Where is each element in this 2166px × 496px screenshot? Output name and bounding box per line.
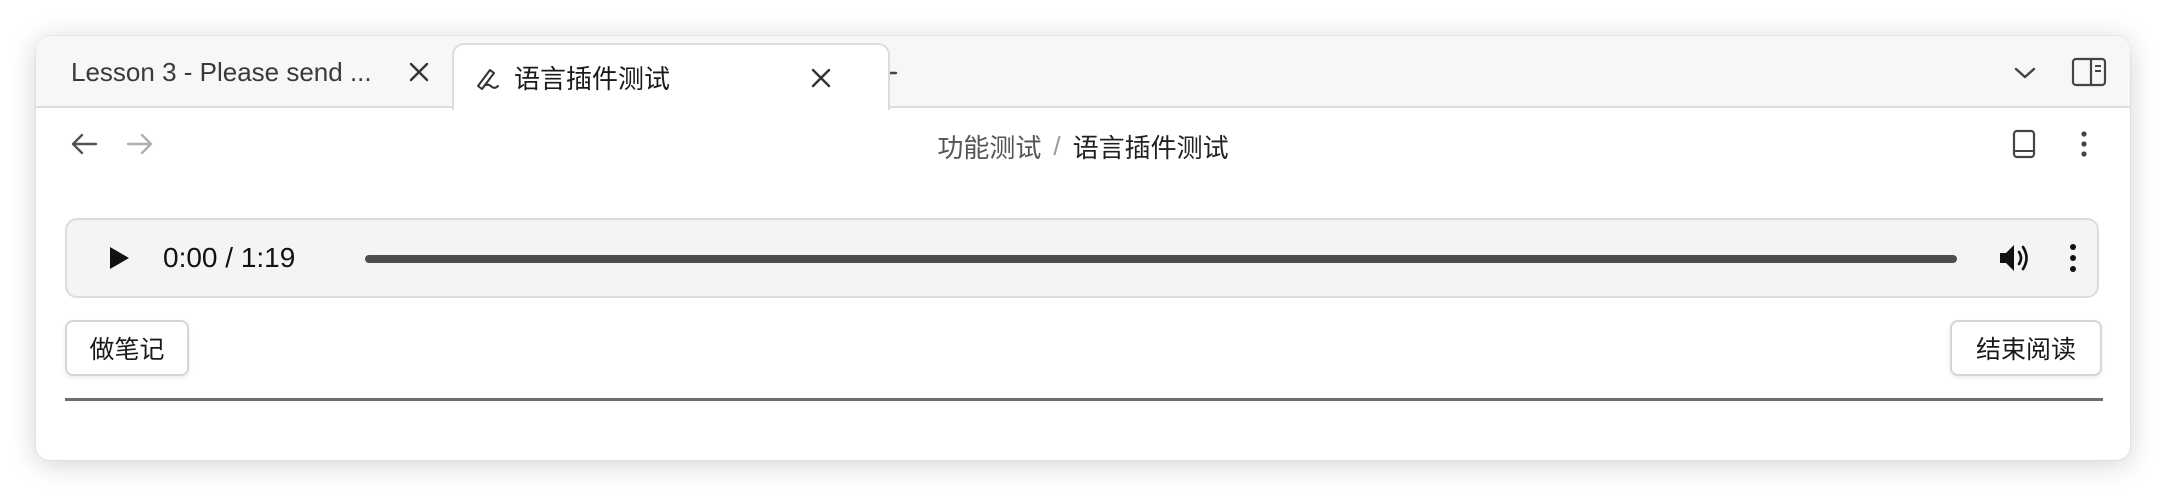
tab-list-button[interactable] — [2010, 58, 2040, 88]
pen-icon — [474, 65, 500, 91]
audio-options-button[interactable] — [2061, 240, 2085, 276]
tab-title: Lesson 3 - Please send ... — [71, 56, 372, 87]
sidebar-icon — [2071, 57, 2107, 87]
more-vertical-icon — [2070, 244, 2076, 272]
take-note-button[interactable]: 做笔记 — [65, 320, 189, 376]
tab-title: 语言插件测试 — [514, 64, 671, 94]
audio-progress-bar[interactable] — [365, 255, 1957, 263]
close-icon[interactable] — [806, 63, 836, 93]
volume-button[interactable] — [1997, 240, 2033, 276]
breadcrumb: 功能测试 / 语言插件测试 — [36, 108, 2130, 184]
browser-window: Lesson 3 - Please send ... 语言插件测试 功能测试 /… — [36, 36, 2130, 460]
tab-lesson-3[interactable]: Lesson 3 - Please send ... — [36, 36, 452, 108]
arrow-right-icon — [126, 133, 153, 155]
navigation-bar: 功能测试 / 语言插件测试 — [36, 108, 2130, 184]
more-vertical-icon — [2081, 131, 2087, 157]
close-icon[interactable] — [404, 57, 434, 87]
sidebar-toggle-button[interactable] — [2070, 54, 2108, 90]
forward-button[interactable] — [122, 126, 158, 162]
audio-player: 0:00 / 1:19 — [65, 218, 2099, 298]
tab-strip: Lesson 3 - Please send ... 语言插件测试 — [36, 36, 2130, 110]
play-icon — [110, 247, 129, 269]
breadcrumb-current: 语言插件测试 — [1072, 132, 1229, 163]
audio-time: 0:00 / 1:19 — [163, 242, 296, 273]
book-icon — [2012, 129, 2036, 159]
content-divider — [65, 398, 2103, 401]
chevron-down-icon — [2014, 67, 2036, 79]
breadcrumb-separator: / — [1053, 130, 1061, 161]
volume-icon — [2000, 245, 2028, 271]
more-options-button[interactable] — [2066, 126, 2102, 162]
play-button[interactable] — [103, 242, 135, 274]
reader-view-button[interactable] — [2006, 126, 2042, 162]
finish-reading-button[interactable]: 结束阅读 — [1950, 320, 2102, 376]
breadcrumb-parent[interactable]: 功能测试 — [937, 128, 1041, 165]
arrow-left-icon — [71, 133, 98, 155]
tab-language-plugin-test[interactable]: 语言插件测试 — [452, 43, 890, 110]
back-button[interactable] — [66, 126, 102, 162]
